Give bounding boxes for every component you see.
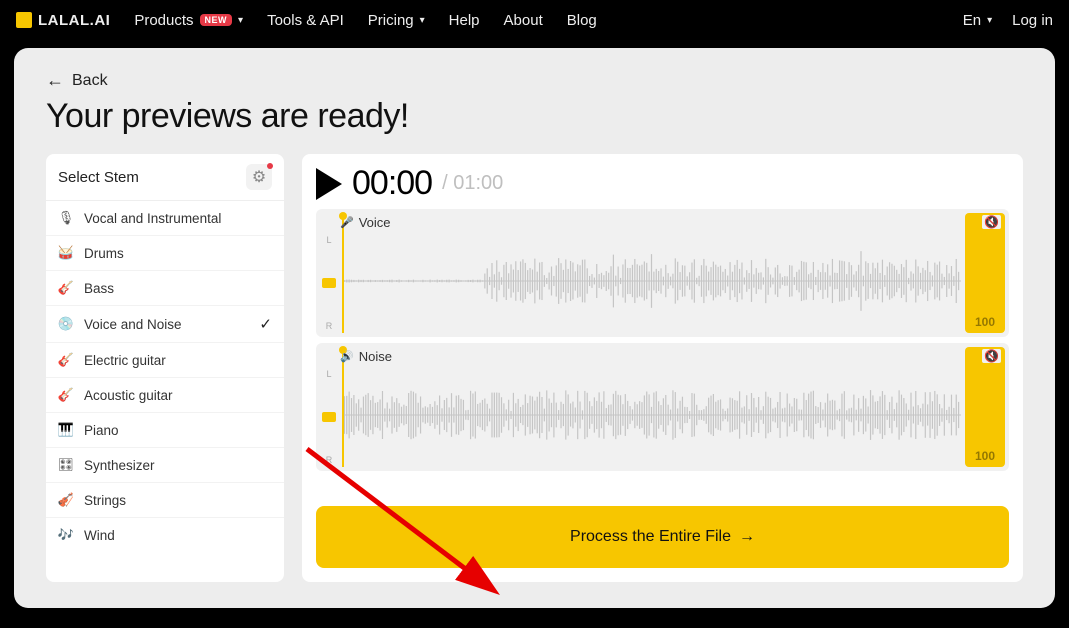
time-total: / 01:00 (442, 172, 503, 195)
nav-pricing[interactable]: Pricing▾ (368, 12, 425, 29)
stem-label: Strings (84, 493, 126, 508)
arrow-left-icon: ← (46, 70, 64, 91)
page-title: Your previews are ready! (46, 97, 1023, 136)
stem-icon: 🎸 (58, 387, 74, 403)
channel-indicator: LR (322, 235, 336, 331)
track-noise: 🔊Noise LR 🔇 100 (316, 343, 1009, 471)
stem-icon: 🎹 (58, 422, 74, 438)
stem-item-bass[interactable]: 🎸 Bass (46, 271, 284, 306)
stem-item-electric-guitar[interactable]: 🎸 Electric guitar (46, 343, 284, 378)
top-nav: LALAL.AI Products NEW ▾ Tools & API Pric… (0, 0, 1069, 40)
mute-icon[interactable]: 🔇 (982, 349, 1001, 363)
stem-label: Piano (84, 423, 119, 438)
stem-item-vocal-and-instrumental[interactable]: 🎙 Vocal and Instrumental (46, 201, 284, 236)
process-entire-file-button[interactable]: Process the Entire File → (316, 506, 1009, 568)
nav-tools-api[interactable]: Tools & API (267, 12, 344, 29)
stem-icon: 🎻 (58, 492, 74, 508)
nav-about[interactable]: About (504, 12, 543, 29)
stem-icon: 🎸 (58, 280, 74, 296)
main-panel: ← Back Your previews are ready! Select S… (14, 48, 1055, 608)
nav-help[interactable]: Help (449, 12, 480, 29)
sidebar-title: Select Stem (58, 169, 139, 186)
playhead[interactable] (342, 347, 344, 467)
stem-label: Bass (84, 281, 114, 296)
nav-login[interactable]: Log in (1012, 12, 1053, 29)
channel-indicator: LR (322, 369, 336, 465)
logo-icon (16, 12, 32, 28)
nav-products[interactable]: Products NEW ▾ (134, 12, 243, 29)
stem-label: Electric guitar (84, 353, 166, 368)
stem-icon: 🎙 (58, 210, 74, 226)
stem-item-voice-and-noise[interactable]: 💿 Voice and Noise ✓ (46, 306, 284, 343)
stem-item-synthesizer[interactable]: 🎛 Synthesizer (46, 448, 284, 483)
stem-label: Wind (84, 528, 115, 543)
sidebar-header: Select Stem ⚙ (46, 154, 284, 201)
player-area: 00:00 / 01:00 🎤Voice LR 🔇 100 🔊Noise LR 🔇 100 P… (302, 154, 1023, 582)
stem-item-wind[interactable]: 🎶 Wind (46, 518, 284, 552)
volume-slider[interactable]: 100 (965, 347, 1005, 467)
time-current: 00:00 (352, 164, 432, 203)
stem-item-piano[interactable]: 🎹 Piano (46, 413, 284, 448)
stem-icon: 🎸 (58, 352, 74, 368)
chevron-down-icon: ▾ (987, 15, 992, 26)
stem-list: 🎙 Vocal and Instrumental 🥁 Drums 🎸 Bass 💿 Voice… (46, 201, 284, 552)
player-header: 00:00 / 01:00 (316, 164, 1009, 203)
mute-icon[interactable]: 🔇 (982, 215, 1001, 229)
logo-text: LALAL.AI (38, 12, 110, 29)
waveform[interactable] (342, 365, 961, 465)
track-label: 🎤Voice (340, 215, 391, 230)
chevron-down-icon: ▾ (420, 15, 425, 26)
nav-language[interactable]: En▾ (963, 12, 992, 29)
process-label: Process the Entire File (570, 528, 731, 546)
track-icon: 🎤 (340, 216, 354, 229)
stem-label: Voice and Noise (84, 317, 182, 332)
nav-blog[interactable]: Blog (567, 12, 597, 29)
stem-icon: 🥁 (58, 245, 74, 261)
check-icon: ✓ (259, 315, 272, 333)
new-badge: NEW (200, 14, 233, 26)
waveform[interactable] (342, 231, 961, 331)
stem-item-drums[interactable]: 🥁 Drums (46, 236, 284, 271)
back-button[interactable]: ← Back (46, 70, 1023, 91)
stem-sidebar: Select Stem ⚙ 🎙 Vocal and Instrumental 🥁 Dr… (46, 154, 284, 582)
stem-icon: 💿 (58, 316, 74, 332)
track-voice: 🎤Voice LR 🔇 100 (316, 209, 1009, 337)
volume-slider[interactable]: 100 (965, 213, 1005, 333)
stem-label: Vocal and Instrumental (84, 211, 221, 226)
stem-icon: 🎛 (58, 457, 74, 473)
arrow-right-icon: → (739, 528, 755, 546)
track-label: 🔊Noise (340, 349, 392, 364)
playhead[interactable] (342, 213, 344, 333)
stem-label: Drums (84, 246, 124, 261)
back-label: Back (72, 72, 108, 90)
volume-value: 100 (975, 449, 995, 463)
stem-label: Synthesizer (84, 458, 155, 473)
chevron-down-icon: ▾ (238, 15, 243, 26)
stem-item-strings[interactable]: 🎻 Strings (46, 483, 284, 518)
stem-icon: 🎶 (58, 527, 74, 543)
track-icon: 🔊 (340, 350, 354, 363)
play-button[interactable] (316, 168, 342, 200)
stem-item-acoustic-guitar[interactable]: 🎸 Acoustic guitar (46, 378, 284, 413)
stem-label: Acoustic guitar (84, 388, 173, 403)
volume-value: 100 (975, 315, 995, 329)
logo[interactable]: LALAL.AI (16, 12, 110, 29)
gear-icon[interactable]: ⚙ (246, 164, 272, 190)
